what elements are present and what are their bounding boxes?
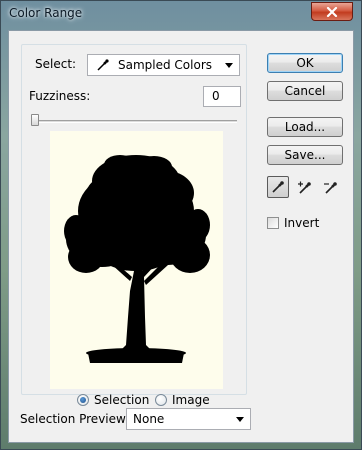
selection-radio[interactable] <box>77 394 89 406</box>
save-button[interactable]: Save... <box>267 145 343 165</box>
eyedropper-add-tool[interactable] <box>293 176 315 198</box>
image-radio-label: Image <box>172 393 210 407</box>
ok-button[interactable]: OK <box>267 53 343 73</box>
chevron-down-icon <box>236 417 244 422</box>
selection-radio-label: Selection <box>94 393 150 407</box>
eyedropper-icon <box>97 59 109 71</box>
fuzziness-slider-thumb[interactable] <box>31 114 39 126</box>
invert-label: Invert <box>284 216 320 230</box>
fuzziness-slider-track[interactable] <box>32 120 237 123</box>
selection-preview-dropdown[interactable]: None <box>126 408 251 430</box>
eyedropper-subtract-icon <box>324 182 337 194</box>
eyedropper-tool[interactable] <box>267 176 289 198</box>
select-value: Sampled Colors <box>118 58 213 72</box>
selection-preview-image <box>50 131 223 389</box>
title-bar[interactable]: Color Range <box>1 1 361 29</box>
fuzziness-label: Fuzziness: <box>29 89 91 103</box>
fuzziness-input[interactable]: 0 <box>203 86 241 107</box>
selection-preview-label: Selection Preview: <box>20 412 130 426</box>
selection-group: Select: Sampled Colors Fuzziness: 0 Sele… <box>21 44 247 407</box>
cancel-button[interactable]: Cancel <box>267 81 343 101</box>
selection-preview-value: None <box>133 412 165 426</box>
window-title: Color Range <box>9 6 83 20</box>
select-label: Select: <box>35 57 77 71</box>
eyedropper-add-icon <box>298 181 311 194</box>
view-image-option[interactable]: Image <box>155 392 210 408</box>
eyedropper-subtract-tool[interactable] <box>319 176 341 198</box>
select-dropdown[interactable]: Sampled Colors <box>87 54 240 76</box>
invert-checkbox[interactable] <box>267 217 279 229</box>
tree-silhouette <box>64 155 210 363</box>
color-range-dialog: Color Range Select: Sampled Colors Fuzzi… <box>0 0 362 450</box>
close-button[interactable] <box>311 2 353 21</box>
chevron-down-icon <box>225 63 233 68</box>
eyedropper-icon <box>272 181 284 193</box>
load-button[interactable]: Load... <box>267 117 343 137</box>
view-selection-option[interactable]: Selection <box>77 392 149 408</box>
close-icon <box>326 6 338 17</box>
image-radio[interactable] <box>155 394 167 406</box>
dialog-body: Select: Sampled Colors Fuzziness: 0 Sele… <box>8 30 354 443</box>
